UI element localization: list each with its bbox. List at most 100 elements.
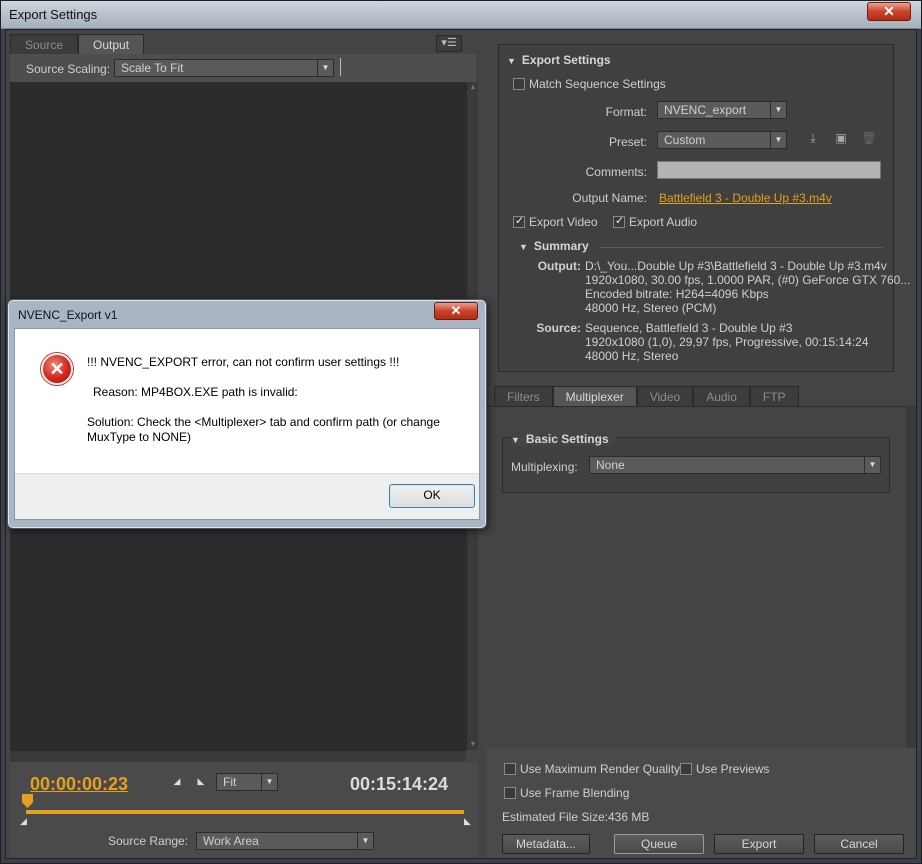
collapse-triangle-icon: ▼ <box>519 242 528 252</box>
export-settings-section: ▼ Export Settings Match Sequence Settings… <box>498 44 910 372</box>
timeline-bar: 00:00:00:23 ◢ ◣ Fit ▼ 00:15:14:24 ◢ ◣ So… <box>10 762 478 858</box>
export-settings-title[interactable]: ▼ Export Settings <box>507 53 611 67</box>
source-scaling-label: Source Scaling: <box>26 62 111 76</box>
match-sequence-checkbox[interactable]: Match Sequence Settings <box>513 77 666 91</box>
duration-timecode: 00:15:14:24 <box>350 774 449 794</box>
settings-scrollbar[interactable] <box>906 406 916 776</box>
summary-output-text: D:\_You...Double Up #3\Battlefield 3 - D… <box>585 259 911 315</box>
checkbox-box <box>513 214 525 228</box>
delete-preset-icon[interactable]: 🗑 <box>861 131 877 147</box>
dialog-footer: OK <box>15 473 479 519</box>
tab-output[interactable]: Output <box>78 34 145 54</box>
max-render-quality-label: Use Maximum Render Quality <box>520 762 681 776</box>
frame-blending-checkbox[interactable]: Use Frame Blending <box>504 786 629 800</box>
scroll-up-icon[interactable]: ▲ <box>469 84 477 91</box>
estimated-size-label: Estimated File Size: <box>502 810 609 824</box>
preset-dropdown[interactable]: Custom ▼ <box>657 131 787 149</box>
set-in-point-icon[interactable]: ◢ <box>170 774 184 788</box>
summary-title[interactable]: ▼ Summary <box>519 239 589 253</box>
queue-button[interactable]: Queue <box>614 834 704 854</box>
chevron-down-icon: ▼ <box>770 102 786 118</box>
checkbox-box <box>513 78 525 90</box>
checkbox-box <box>680 763 692 775</box>
panel-menu-icon[interactable]: ▾☰ <box>436 35 462 52</box>
tab-audio[interactable]: Audio <box>693 386 750 406</box>
preset-label: Preset: <box>608 135 647 149</box>
preset-value: Custom <box>664 133 706 147</box>
format-dropdown[interactable]: NVENC_export ▼ <box>657 101 787 119</box>
collapse-triangle-icon: ▼ <box>507 56 516 66</box>
summary-source-label: Source: <box>536 321 581 335</box>
comments-field[interactable] <box>657 161 881 179</box>
in-point-marker-icon[interactable]: ◢ <box>20 816 30 826</box>
output-name-link[interactable]: Battlefield 3 - Double Up #3.m4v <box>659 191 832 205</box>
multiplexer-tab-content: ▼ Basic Settings Multiplexing: None ▼ <box>486 406 906 776</box>
summary-output-label: Output: <box>537 259 581 273</box>
checkbox-box <box>504 787 516 799</box>
dialog-reason-line: Reason: MP4BOX.EXE path is invalid: <box>93 385 298 399</box>
tab-filters[interactable]: Filters <box>494 386 553 406</box>
out-point-marker-icon[interactable]: ◣ <box>464 816 474 826</box>
divider <box>340 58 341 76</box>
preview-tabs: Source Output <box>10 34 145 54</box>
dialog-title: NVENC_Export v1 <box>18 308 118 322</box>
export-audio-checkbox[interactable]: Export Audio <box>613 214 698 229</box>
playhead[interactable] <box>22 794 33 808</box>
settings-panel: ▼ Export Settings Match Sequence Settings… <box>484 32 916 858</box>
export-settings-window: Export Settings ✕ Source Output ▾☰ Sourc… <box>0 0 922 864</box>
ok-button[interactable]: OK <box>389 484 475 508</box>
max-render-quality-checkbox[interactable]: Use Maximum Render Quality <box>504 762 680 776</box>
chevron-down-icon: ▼ <box>357 833 373 849</box>
export-video-checkbox[interactable]: Export Video <box>513 214 598 229</box>
source-scaling-value: Scale To Fit <box>121 61 184 75</box>
source-scaling-dropdown[interactable]: Scale To Fit ▼ <box>114 59 334 77</box>
comments-label: Comments: <box>585 165 647 179</box>
basic-settings-title[interactable]: ▼ Basic Settings <box>511 432 615 446</box>
zoom-value: Fit <box>223 775 237 789</box>
tab-source[interactable]: Source <box>10 34 79 54</box>
divider <box>599 247 883 248</box>
export-video-label: Export Video <box>529 215 598 229</box>
tab-ftp[interactable]: FTP <box>749 386 799 406</box>
dialog-close-button[interactable]: ✕ <box>434 302 478 320</box>
window-title: Export Settings <box>9 7 98 22</box>
chevron-down-icon: ▼ <box>864 457 880 473</box>
dialog-solution-line: Solution: Check the <Multiplexer> tab an… <box>87 415 440 429</box>
work-area-track[interactable] <box>26 810 464 814</box>
import-preset-icon[interactable]: ▣ <box>833 131 849 147</box>
metadata-button[interactable]: Metadata... <box>502 834 590 854</box>
settings-tabs: Filters Multiplexer Video Audio FTP <box>494 386 799 406</box>
source-range-label: Source Range: <box>108 834 189 848</box>
dialog-body: ✕ !!! NVENC_EXPORT error, can not confir… <box>14 328 480 520</box>
current-timecode[interactable]: 00:00:00:23 <box>30 774 128 795</box>
error-icon: ✕ <box>41 353 73 385</box>
chevron-down-icon: ▼ <box>770 132 786 148</box>
zoom-dropdown[interactable]: Fit ▼ <box>216 773 278 791</box>
source-range-value: Work Area <box>203 834 259 848</box>
export-audio-label: Export Audio <box>629 215 698 229</box>
title-bar: Export Settings ✕ <box>1 1 921 29</box>
cancel-button[interactable]: Cancel <box>814 834 904 854</box>
chevron-down-icon: ▼ <box>261 774 277 790</box>
export-button[interactable]: Export <box>714 834 804 854</box>
save-preset-icon[interactable]: ⤓ <box>805 131 821 147</box>
checkbox-box <box>504 763 516 775</box>
scroll-down-icon[interactable]: ▼ <box>469 741 477 748</box>
tab-multiplexer[interactable]: Multiplexer <box>552 386 637 406</box>
basic-settings-section: ▼ Basic Settings Multiplexing: None ▼ <box>502 432 890 493</box>
source-range-dropdown[interactable]: Work Area ▼ <box>196 832 374 850</box>
tab-video[interactable]: Video <box>636 386 694 406</box>
source-scaling-bar: Source Scaling: Scale To Fit ▼ <box>10 54 476 82</box>
use-previews-checkbox[interactable]: Use Previews <box>680 762 769 776</box>
bottom-options: Use Maximum Render Quality Use Previews … <box>486 748 916 858</box>
preview-horizontal-scrollbar[interactable] <box>10 750 466 762</box>
format-value: NVENC_export <box>664 103 747 117</box>
set-out-point-icon[interactable]: ◣ <box>194 774 208 788</box>
multiplexing-dropdown[interactable]: None ▼ <box>589 456 881 474</box>
error-dialog: NVENC_Export v1 ✕ ✕ !!! NVENC_EXPORT err… <box>7 299 487 529</box>
chevron-down-icon: ▼ <box>317 60 333 76</box>
window-close-button[interactable]: ✕ <box>867 2 911 21</box>
checkbox-box <box>613 214 625 228</box>
multiplexing-value: None <box>596 458 625 472</box>
output-name-label: Output Name: <box>572 191 647 205</box>
